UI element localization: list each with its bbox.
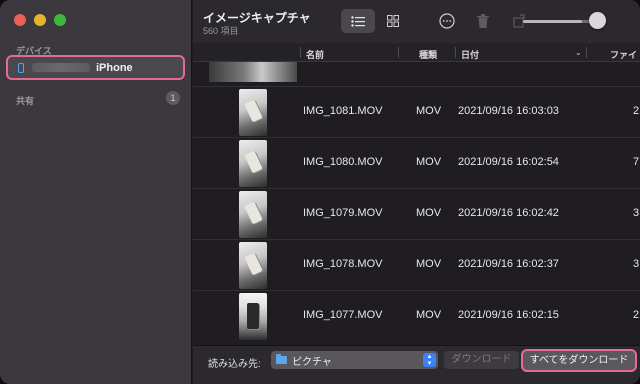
list-view-icon bbox=[351, 15, 365, 27]
file-date: 2021/09/16 16:02:15 bbox=[458, 309, 559, 321]
file-kind: MOV bbox=[416, 309, 442, 321]
thumbnail bbox=[239, 191, 267, 238]
column-name[interactable]: 名前 bbox=[306, 48, 324, 61]
table-row[interactable]: IMG_1079.MOV MOV 2021/09/16 16:02:42 3 bbox=[193, 188, 640, 239]
file-name: IMG_1079.MOV bbox=[303, 207, 383, 219]
redacted-device-name bbox=[32, 63, 90, 72]
column-date[interactable]: 日付 bbox=[461, 48, 479, 61]
file-kind: MOV bbox=[416, 207, 442, 219]
file-size: 2 bbox=[633, 105, 640, 117]
download-button[interactable]: ダウンロード bbox=[444, 351, 519, 369]
chevron-up-down-icon: ▴ ▾ bbox=[423, 353, 436, 367]
sidebar-item-iphone[interactable]: iPhone bbox=[6, 55, 185, 80]
file-kind: MOV bbox=[416, 258, 442, 270]
ellipsis-circle-icon bbox=[439, 13, 455, 29]
import-destination-value: ピクチャ bbox=[292, 356, 332, 368]
import-destination-label: 読み込み先: bbox=[208, 359, 261, 370]
grid-view-button[interactable] bbox=[376, 9, 410, 33]
shared-count-badge: 1 bbox=[166, 91, 180, 105]
sort-descending-icon: ⌄ bbox=[575, 48, 582, 57]
table-row[interactable]: IMG_1081.MOV MOV 2021/09/16 16:03:03 2 bbox=[193, 86, 640, 137]
import-destination-select[interactable]: ピクチャ ▴ ▾ bbox=[271, 351, 438, 369]
toolbar: イメージキャプチャ 560 項目 bbox=[193, 0, 640, 43]
shared-section-header: 共有 bbox=[16, 96, 35, 106]
file-name: IMG_1078.MOV bbox=[303, 258, 383, 270]
thumbnail bbox=[239, 89, 267, 136]
file-size: 2 bbox=[633, 309, 640, 321]
minimize-window-button[interactable] bbox=[34, 14, 46, 26]
column-separator bbox=[586, 47, 587, 58]
table-row[interactable]: IMG_1078.MOV MOV 2021/09/16 16:02:37 3 bbox=[193, 239, 640, 290]
column-separator bbox=[398, 47, 399, 58]
sidebar: デバイス iPhone 共有 1 bbox=[0, 0, 192, 384]
window-controls bbox=[14, 14, 66, 26]
grid-view-icon bbox=[387, 15, 399, 27]
more-actions-button[interactable] bbox=[430, 9, 464, 33]
file-kind: MOV bbox=[416, 156, 442, 168]
list-view-button[interactable] bbox=[341, 9, 375, 33]
column-separator bbox=[300, 47, 301, 58]
slider-fill bbox=[523, 20, 582, 23]
close-window-button[interactable] bbox=[14, 14, 26, 26]
table-row[interactable]: IMG_1077.MOV MOV 2021/09/16 16:02:15 2 bbox=[193, 290, 640, 341]
column-header: 名前 種類 日付 ⌄ ファイル bbox=[193, 43, 640, 73]
file-list[interactable]: IMG_1081.MOV MOV 2021/09/16 16:03:03 2 I… bbox=[193, 62, 640, 345]
file-date: 2021/09/16 16:03:03 bbox=[458, 105, 559, 117]
file-kind: MOV bbox=[416, 105, 442, 117]
device-label: iPhone bbox=[96, 61, 133, 74]
column-kind[interactable]: 種類 bbox=[419, 48, 437, 61]
thumbnail bbox=[209, 62, 297, 82]
bottom-bar: 読み込み先: ピクチャ ▴ ▾ ダウンロード すべてをダウンロード bbox=[193, 345, 640, 384]
file-name: IMG_1081.MOV bbox=[303, 105, 383, 117]
file-date: 2021/09/16 16:02:54 bbox=[458, 156, 559, 168]
delete-button[interactable] bbox=[466, 9, 500, 33]
file-size: 7 bbox=[633, 156, 640, 168]
thumbnail bbox=[239, 293, 267, 340]
file-size: 3 bbox=[633, 207, 640, 219]
item-count: 560 項目 bbox=[203, 26, 239, 36]
folder-icon bbox=[276, 354, 287, 364]
table-row[interactable]: IMG_1080.MOV MOV 2021/09/16 16:02:54 7 bbox=[193, 137, 640, 188]
table-row[interactable] bbox=[193, 62, 640, 86]
download-all-button[interactable]: すべてをダウンロード bbox=[521, 349, 637, 372]
image-capture-window: デバイス iPhone 共有 1 イメージキャプチャ 560 項目 名前 種類 … bbox=[0, 0, 640, 384]
thumbnail bbox=[239, 140, 267, 187]
file-name: IMG_1077.MOV bbox=[303, 309, 383, 321]
thumbnail bbox=[239, 242, 267, 289]
file-date: 2021/09/16 16:02:42 bbox=[458, 207, 559, 219]
file-name: IMG_1080.MOV bbox=[303, 156, 383, 168]
trash-icon bbox=[477, 14, 489, 28]
column-separator bbox=[455, 47, 456, 58]
file-date: 2021/09/16 16:02:37 bbox=[458, 258, 559, 270]
slider-knob[interactable] bbox=[589, 12, 606, 29]
file-size: 3 bbox=[633, 258, 640, 270]
iphone-icon bbox=[18, 62, 24, 73]
zoom-window-button[interactable] bbox=[54, 14, 66, 26]
